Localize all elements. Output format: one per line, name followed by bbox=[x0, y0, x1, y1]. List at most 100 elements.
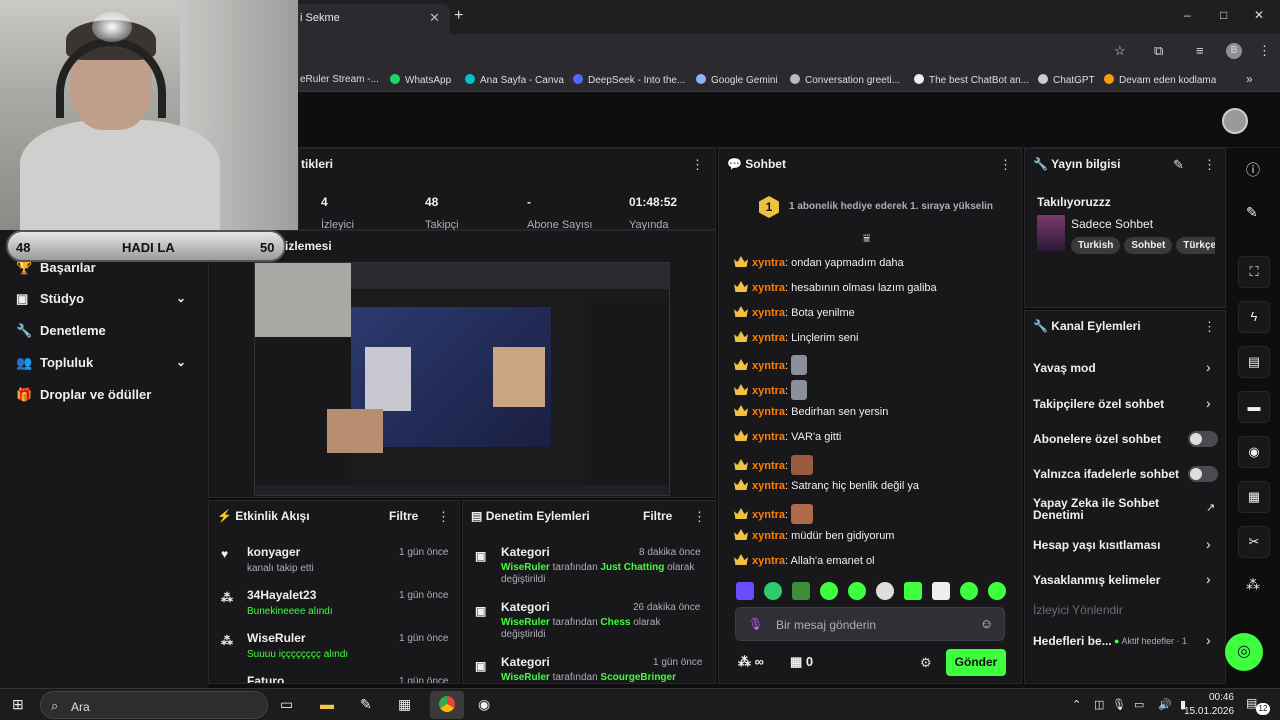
bookmark-item[interactable]: WhatsApp bbox=[390, 74, 451, 86]
slow-mode-action[interactable]: Yavaş mod bbox=[1033, 361, 1096, 375]
stream-preview-video[interactable] bbox=[254, 262, 670, 496]
kebab-icon[interactable]: ⋮ bbox=[693, 509, 706, 525]
media-icon[interactable]: ≡ bbox=[1196, 43, 1204, 58]
store-icon[interactable]: ▦ bbox=[398, 696, 411, 713]
file-explorer-icon[interactable]: ▬ bbox=[320, 696, 334, 712]
bookmark-item[interactable]: eRuler Stream -... bbox=[300, 74, 379, 85]
taskbar-search[interactable]: ⌕ Ara bbox=[40, 691, 268, 719]
bookmark-item[interactable]: Google Gemini bbox=[696, 74, 778, 86]
layout-icon[interactable]: ▦ bbox=[1238, 481, 1270, 513]
microphone-icon[interactable]: 🎙 bbox=[1112, 698, 1126, 711]
chevron-right-icon[interactable]: › bbox=[1206, 395, 1211, 411]
tray-app-icon[interactable]: ◫ bbox=[1094, 698, 1104, 711]
taskbar-time[interactable]: 00:46 bbox=[1196, 692, 1234, 703]
feed-filter-button[interactable]: Filtre bbox=[389, 509, 418, 523]
bookmark-item[interactable]: Conversation greeti... bbox=[790, 74, 900, 86]
more-bookmarks-button[interactable]: » bbox=[1246, 72, 1253, 86]
kebab-icon[interactable]: ⋮ bbox=[437, 509, 450, 525]
chevron-right-icon[interactable]: › bbox=[1206, 359, 1211, 375]
external-link-icon[interactable]: ↗ bbox=[1206, 501, 1215, 514]
new-tab-button[interactable]: + bbox=[454, 7, 463, 25]
tray-chevron-icon[interactable]: ⌃ bbox=[1072, 698, 1081, 711]
emote-icon[interactable] bbox=[932, 582, 950, 600]
gift-leaderboard-text[interactable]: 1 abonelik hediye ederek 1. sıraya yükse… bbox=[789, 201, 993, 212]
minimize-button[interactable]: – bbox=[1184, 8, 1191, 22]
broadcast-icon[interactable]: ◉ bbox=[1238, 436, 1270, 468]
task-view-icon[interactable]: ▭ bbox=[280, 696, 293, 713]
category-name[interactable]: Sadece Sohbet bbox=[1071, 217, 1153, 231]
extensions-icon[interactable]: ⧉ bbox=[1154, 43, 1163, 59]
clip-icon[interactable]: ⛶ bbox=[1238, 256, 1270, 288]
bookmark-item[interactable]: The best ChatBot an... bbox=[914, 74, 1029, 86]
emote-icon[interactable] bbox=[736, 582, 754, 600]
edit-pencil-icon[interactable]: ✎ bbox=[1173, 157, 1184, 173]
bookmark-item[interactable]: DeepSeek - Into the... bbox=[573, 74, 685, 86]
windows-start-icon[interactable]: ⊞ bbox=[12, 696, 24, 713]
close-tab-icon[interactable]: ✕ bbox=[429, 10, 440, 26]
emote-icon[interactable] bbox=[820, 582, 838, 600]
chat-input[interactable]: 🎙 Bir mesaj gönderin ☺ bbox=[735, 607, 1005, 641]
banned-words-action[interactable]: Yasaklanmış kelimeler bbox=[1033, 573, 1160, 587]
chat-bubble-icon[interactable]: ▬ bbox=[1238, 391, 1270, 423]
goals-action[interactable]: Hedefleri be... bbox=[1033, 634, 1112, 648]
network-icon[interactable]: ▭ bbox=[1134, 698, 1144, 711]
close-window-button[interactable]: ✕ bbox=[1254, 8, 1264, 22]
app-icon[interactable]: ✎ bbox=[360, 696, 372, 713]
kebab-icon[interactable]: ⋮ bbox=[1203, 319, 1216, 335]
kebab-icon[interactable]: ⋮ bbox=[1203, 157, 1216, 173]
kebab-icon[interactable]: ⋮ bbox=[999, 157, 1012, 173]
support-chat-icon[interactable]: ◎ bbox=[1225, 633, 1263, 671]
browser-tab[interactable]: i Sekme ✕ bbox=[290, 4, 450, 34]
nav-achievements[interactable]: 🏆 Başarılar bbox=[16, 260, 96, 276]
bookmark-item[interactable]: ChatGPT bbox=[1038, 74, 1095, 86]
points-icon[interactable]: ⁂ bbox=[1246, 576, 1260, 593]
menu-icon[interactable]: ⋮ bbox=[1258, 43, 1271, 59]
emote-icon[interactable] bbox=[904, 582, 922, 600]
emote-icon[interactable] bbox=[876, 582, 894, 600]
maximize-button[interactable]: □ bbox=[1220, 8, 1227, 22]
emote-icon[interactable] bbox=[960, 582, 978, 600]
emote-icon[interactable] bbox=[764, 582, 782, 600]
channel-points[interactable]: ⁂ ∞ bbox=[738, 654, 764, 670]
emote-icon[interactable] bbox=[848, 582, 866, 600]
nav-community[interactable]: 👥 Topluluk ⌄ bbox=[16, 355, 186, 371]
star-icon[interactable]: ☆ bbox=[1114, 43, 1126, 59]
microphone-icon[interactable]: 🎙 bbox=[748, 617, 763, 631]
ai-moderation-action[interactable]: Yapay Zeka ile Sohbet Denetimi bbox=[1033, 497, 1183, 521]
subs-only-toggle[interactable] bbox=[1188, 431, 1218, 447]
chevron-right-icon[interactable]: › bbox=[1206, 536, 1211, 552]
account-age-action[interactable]: Hesap yaşı kısıtlaması bbox=[1033, 538, 1160, 552]
wrench-icon[interactable]: ✂ bbox=[1238, 526, 1270, 558]
tag-chip[interactable]: Türkçe bbox=[1176, 237, 1215, 254]
profile-avatar[interactable]: B bbox=[1226, 43, 1242, 59]
pinned-collapse-icon[interactable]: ⩸ bbox=[863, 231, 870, 246]
user-avatar[interactable] bbox=[1222, 108, 1248, 134]
bookmark-item[interactable]: Devam eden kodlama bbox=[1104, 74, 1216, 86]
tag-chip[interactable]: Turkish bbox=[1071, 237, 1121, 254]
taskbar-date[interactable]: 15.01.2026 bbox=[1184, 706, 1234, 717]
lightning-icon[interactable]: ϟ bbox=[1238, 301, 1270, 333]
emote-only-toggle[interactable] bbox=[1188, 466, 1218, 482]
obs-icon[interactable]: ◉ bbox=[478, 696, 490, 713]
bookmark-item[interactable]: Ana Sayfa - Canva bbox=[465, 74, 564, 86]
send-button[interactable]: Gönder bbox=[946, 649, 1006, 676]
chevron-right-icon[interactable]: › bbox=[1206, 571, 1211, 587]
nav-moderation[interactable]: 🔧 Denetleme bbox=[16, 323, 106, 339]
emoji-picker-icon[interactable]: ☺ bbox=[980, 616, 993, 631]
drops-counter[interactable]: ▦ 0 bbox=[790, 654, 813, 670]
chrome-taskbar-button[interactable] bbox=[430, 691, 464, 719]
info-icon[interactable]: ⓘ bbox=[1246, 160, 1260, 180]
volume-icon[interactable]: 🔊 bbox=[1158, 698, 1172, 711]
followers-only-action[interactable]: Takipçilere özel sohbet bbox=[1033, 397, 1164, 411]
nav-studio[interactable]: ▣ Stüdyo ⌄ bbox=[16, 291, 186, 307]
chat-settings-gear-icon[interactable]: ⚙ bbox=[920, 655, 932, 671]
notes-icon[interactable]: ▤ bbox=[1238, 346, 1270, 378]
nav-drops[interactable]: 🎁 Droplar ve ödüller bbox=[16, 387, 151, 403]
emote-icon[interactable] bbox=[988, 582, 1006, 600]
tag-chip[interactable]: Sohbet bbox=[1124, 237, 1173, 254]
mod-filter-button[interactable]: Filtre bbox=[643, 509, 672, 523]
chevron-right-icon[interactable]: › bbox=[1206, 632, 1211, 648]
kebab-icon[interactable]: ⋮ bbox=[691, 157, 704, 173]
edit-pencil-icon[interactable]: ✎ bbox=[1246, 204, 1258, 221]
emote-icon[interactable] bbox=[792, 582, 810, 600]
